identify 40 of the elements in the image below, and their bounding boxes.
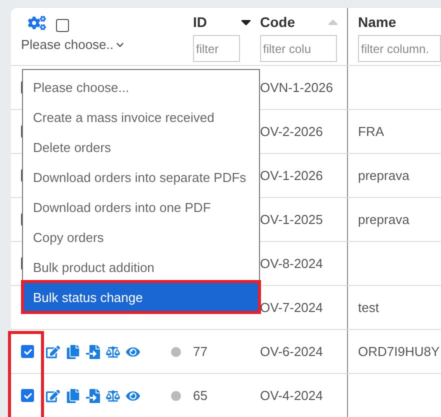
import-icon[interactable]	[86, 388, 100, 402]
name-text: preprava	[358, 168, 410, 183]
code-text: OVN-1-2026	[260, 80, 333, 94]
code-text: OV-8-2024	[260, 256, 323, 270]
check-icon	[24, 392, 32, 400]
menu-item[interactable]: Bulk status change	[23, 282, 259, 312]
code-text: OV-1-2025	[260, 212, 323, 226]
filter-field[interactable]: filter colu	[260, 35, 337, 62]
check-icon	[24, 348, 32, 356]
column-header[interactable]: Code	[260, 14, 295, 30]
id-text: 65	[193, 388, 208, 402]
code-text: OV-7-2024	[260, 300, 323, 314]
view-icon[interactable]	[126, 344, 140, 358]
code-text: OV-6-2024	[260, 344, 323, 358]
bulk-action-select[interactable]: Please choose..	[21, 37, 193, 52]
view-icon[interactable]	[126, 388, 140, 402]
copy-icon[interactable]	[66, 344, 80, 358]
settings-icon[interactable]	[28, 14, 46, 32]
name-text: ORD7I9HU8Y	[358, 344, 440, 359]
chevron-down-icon	[116, 40, 124, 48]
row-checkbox[interactable]	[21, 345, 34, 358]
edit-icon[interactable]	[46, 344, 60, 358]
column-header[interactable]: ID	[193, 14, 207, 30]
code-text: OV-1-2026	[260, 168, 323, 182]
copy-icon[interactable]	[66, 388, 80, 402]
edit-icon[interactable]	[46, 388, 60, 402]
id-text: 77	[193, 344, 208, 358]
filter-field[interactable]: filter	[193, 35, 240, 62]
select-all-checkbox[interactable]	[56, 19, 69, 32]
name-text: preprava	[358, 212, 410, 227]
name-text: test	[358, 300, 379, 315]
filter-field[interactable]: filter column.	[358, 35, 441, 62]
code-text: OV-2-2026	[260, 124, 323, 138]
code-text: OV-4-2024	[260, 388, 323, 402]
column-header[interactable]: Name	[358, 14, 396, 30]
name-text: FRA	[358, 124, 384, 139]
scale-icon[interactable]	[106, 388, 120, 402]
scale-icon[interactable]	[106, 344, 120, 358]
row-checkbox[interactable]	[21, 389, 34, 402]
import-icon[interactable]	[86, 344, 100, 358]
